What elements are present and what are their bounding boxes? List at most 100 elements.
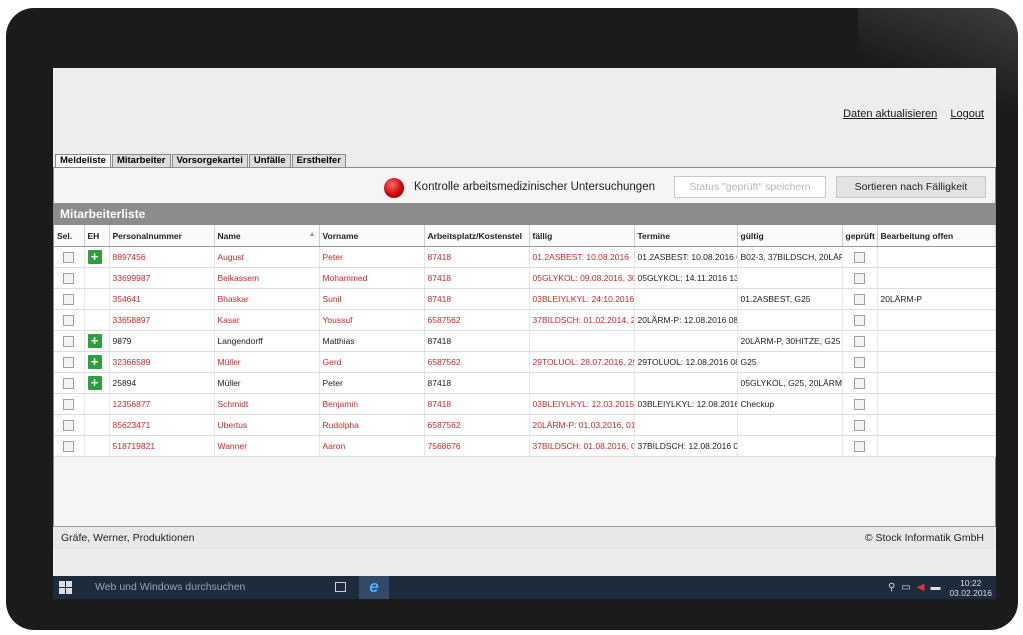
table-row[interactable]: 33699987 Belkassem Mohammed 87418 05GLYKOL: … (54, 267, 996, 289)
edge-browser-icon[interactable]: e (359, 576, 389, 599)
eh-cell (84, 267, 110, 289)
gueltig-cell: 20LÄRM-P, 30HITZE, G25 (737, 330, 843, 352)
user-info: Gräfe, Werner, Produktionen (61, 532, 195, 544)
eh-cell (84, 309, 110, 331)
sort-by-due-button[interactable]: Sortieren nach Fälligkeit (836, 176, 986, 198)
select-checkbox[interactable] (63, 398, 75, 410)
eh-cell: + (84, 351, 110, 373)
tab-ersthelfer[interactable]: Ersthelfer (291, 154, 346, 167)
geprueft-checkbox[interactable] (854, 440, 865, 452)
termine-cell: 37BILDSCH: 12.08.2016 09 (634, 435, 738, 457)
notification-icon[interactable]: ▬ (930, 582, 940, 593)
termine-cell (634, 330, 738, 352)
arbeitsplatz-cell: 87418 (424, 393, 530, 415)
name-cell: Wanner (214, 435, 320, 457)
status-footer: Gräfe, Werner, Produktionen © Stock Info… (53, 526, 994, 549)
select-checkbox[interactable] (63, 356, 75, 368)
geprueft-checkbox[interactable] (854, 251, 865, 263)
termine-cell: 29TOLUOL: 12.08.2016 08: (634, 351, 738, 373)
status-indicator-icon (384, 178, 404, 198)
save-status-button[interactable]: Status "geprüft" speichern (674, 176, 826, 198)
col-header-geprueft[interactable]: geprüft (842, 225, 878, 247)
sel-checkbox (54, 288, 85, 310)
termine-cell: 20LÄRM-P: 12.08.2016 08: (634, 309, 738, 331)
refresh-data-link[interactable]: Daten aktualisieren (843, 108, 937, 120)
sel-checkbox (54, 393, 85, 415)
sel-checkbox (54, 267, 85, 289)
col-header-eh[interactable]: EH (84, 225, 110, 247)
tab-mitarbeiter[interactable]: Mitarbeiter (111, 154, 171, 167)
col-header-faellig[interactable]: fällig (529, 225, 635, 247)
select-checkbox[interactable] (63, 251, 75, 263)
geprueft-checkbox[interactable] (854, 419, 865, 431)
vorname-cell: Matthias (319, 330, 425, 352)
termine-cell (634, 288, 738, 310)
task-view-icon[interactable] (335, 582, 346, 592)
arbeitsplatz-cell: 87418 (424, 372, 530, 394)
table-row[interactable]: +25894 Müller Peter 87418 05GLYKOL, G25, 20L… (54, 372, 996, 394)
gueltig-cell (737, 414, 843, 436)
select-checkbox[interactable] (63, 314, 75, 326)
windows-taskbar: Web und Windows durchsuchen e ⚲ ▭ ◀ ▬ 10… (53, 576, 996, 599)
table-row[interactable]: +9879 Langendorff Matthias 87418 20LÄRM-P, 3… (54, 330, 996, 352)
select-checkbox[interactable] (63, 419, 75, 431)
gueltig-cell (737, 267, 843, 289)
col-header-gueltig[interactable]: gültig (737, 225, 843, 247)
employee-list-title: Mitarbeiterliste (54, 203, 995, 225)
table-row[interactable]: 518719821 Wanner Aaron 7568676 37BILDSCH: 01… (54, 435, 996, 457)
col-header-arbeitsplatz[interactable]: Arbeitsplatz/Kostenstel (424, 225, 530, 247)
taskbar-clock[interactable]: 10:22 03.02.2016 (949, 578, 992, 598)
logout-link[interactable]: Logout (950, 108, 984, 120)
volume-icon[interactable]: ◀ (917, 582, 925, 593)
col-header-name[interactable]: Name ▲ (214, 225, 320, 247)
geprueft-checkbox[interactable] (854, 272, 865, 284)
geprueft-cell (842, 351, 878, 373)
termine-cell (634, 372, 738, 394)
tab-meldeliste[interactable]: Meldeliste (55, 154, 111, 167)
network-icon[interactable]: ▭ (901, 582, 910, 593)
select-checkbox[interactable] (63, 377, 75, 389)
geprueft-cell (842, 309, 878, 331)
eh-cell (84, 414, 110, 436)
tablet-frame: Daten aktualisieren Logout Meldeliste Mi… (6, 8, 1018, 630)
windows-start-icon[interactable] (59, 581, 72, 594)
eh-cell: + (84, 246, 110, 268)
arbeitsplatz-cell: 7568676 (424, 435, 530, 457)
table-row[interactable]: 33658897 Kasar Youssuf 6587562 37BILDSCH: 01… (54, 309, 996, 331)
taskbar-search-input[interactable]: Web und Windows durchsuchen (81, 576, 331, 599)
personalnummer-cell: 9879 (109, 330, 215, 352)
col-header-personalnummer[interactable]: Personalnummer (109, 225, 215, 247)
eh-cell: + (84, 372, 110, 394)
bearbeitung-offen-cell: 20LÄRM-P (877, 288, 996, 310)
geprueft-checkbox[interactable] (854, 314, 865, 326)
col-header-sel[interactable]: Sel. (54, 225, 85, 247)
col-header-bearbeitung-offen[interactable]: Bearbeitung offen (877, 225, 996, 247)
select-checkbox[interactable] (63, 335, 75, 347)
tab-vorsorgekartei[interactable]: Vorsorgekartei (171, 154, 248, 167)
geprueft-checkbox[interactable] (854, 335, 865, 347)
table-row[interactable]: 12356877 Schmidt Benjamin 87418 03BLEIYLKYL:… (54, 393, 996, 415)
table-row[interactable]: +32366589 Müller Gerd 6587562 29TOLUOL: 28.0… (54, 351, 996, 373)
geprueft-checkbox[interactable] (854, 293, 865, 305)
vorname-cell: Gerd (319, 351, 425, 373)
faellig-cell: 29TOLUOL: 28.07.2016, 29 (529, 351, 635, 373)
select-checkbox[interactable] (63, 440, 75, 452)
geprueft-checkbox[interactable] (854, 377, 865, 389)
geprueft-checkbox[interactable] (854, 356, 865, 368)
table-row[interactable]: 85623471 Ubertus Rudolpha 6587562 20LÄRM-P: … (54, 414, 996, 436)
table-row[interactable]: 354641 Bhaskar Sunil 87418 03BLEIYLKYL: 24.1… (54, 288, 996, 310)
geprueft-cell (842, 435, 878, 457)
geprueft-checkbox[interactable] (854, 398, 865, 410)
vorname-cell: Sunil (319, 288, 425, 310)
person-icon[interactable]: ⚲ (888, 582, 895, 593)
sel-checkbox (54, 309, 85, 331)
col-header-vorname[interactable]: Vorname (319, 225, 425, 247)
vorname-cell: Youssuf (319, 309, 425, 331)
sel-checkbox (54, 246, 85, 268)
table-row[interactable]: +8897456 August Peter 87418 01.2ASBEST: 10.0… (54, 246, 996, 268)
app-header: Daten aktualisieren Logout (53, 68, 996, 154)
select-checkbox[interactable] (63, 293, 75, 305)
col-header-termine[interactable]: Termine (634, 225, 738, 247)
select-checkbox[interactable] (63, 272, 75, 284)
tab-unfaelle[interactable]: Unfälle (248, 154, 291, 167)
